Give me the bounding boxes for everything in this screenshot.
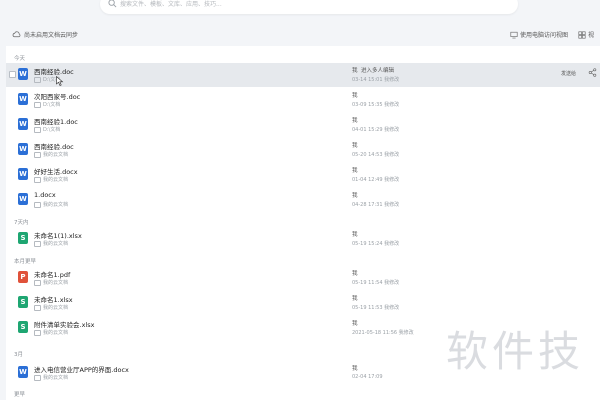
file-location: 我的云文档 bbox=[34, 279, 68, 286]
file-location: 我的云文档 bbox=[34, 201, 68, 208]
file-date: 04-28 17:31 我修改 bbox=[352, 202, 400, 208]
file-location: 我的云文档 bbox=[34, 240, 68, 247]
top-bar: 搜索文件、模板、文库、应用、技巧... bbox=[0, 0, 600, 20]
search-bar[interactable]: 搜索文件、模板、文库、应用、技巧... bbox=[100, 0, 518, 14]
file-row[interactable]: W 西南经验.doc 我的云文档 我 05-20 14:53 我修改 bbox=[6, 138, 600, 162]
word-file-icon: W bbox=[18, 93, 28, 105]
monitor-icon bbox=[510, 31, 518, 38]
file-name[interactable]: 未命名1.xlsx bbox=[34, 294, 73, 304]
grid-icon bbox=[578, 30, 586, 39]
word-file-icon: W bbox=[18, 143, 28, 155]
file-name[interactable]: 西南经验1.doc bbox=[34, 116, 78, 126]
send-to-label[interactable]: 发送给 bbox=[561, 70, 576, 77]
file-row[interactable]: S 未命名1(1).xlsx 我的云文档 我 05-19 15:24 我修改 bbox=[6, 227, 600, 251]
file-sharer: 我 bbox=[352, 143, 358, 149]
cloud-sync-status[interactable]: 尚未启用文档云同步 bbox=[12, 30, 78, 39]
mouse-cursor-icon bbox=[56, 76, 64, 86]
cloud-folder-icon bbox=[34, 279, 41, 286]
word-file-icon: W bbox=[18, 118, 28, 130]
file-name[interactable]: 未命名1(1).xlsx bbox=[34, 230, 82, 240]
file-name[interactable]: 次阳西家号.doc bbox=[34, 91, 80, 101]
file-name[interactable]: 西南经验.doc bbox=[34, 66, 74, 76]
file-date: 05-19 15:24 我修改 bbox=[352, 241, 400, 247]
file-location: 我的云文档 bbox=[34, 374, 68, 381]
excel-file-icon: S bbox=[18, 321, 28, 333]
cloud-sync-icon bbox=[12, 31, 21, 38]
search-input[interactable]: 搜索文件、模板、文库、应用、技巧... bbox=[120, 0, 222, 8]
file-row[interactable]: W 好好生活.docx 我的云文档 我 01-04 12:49 我修改 bbox=[6, 163, 600, 187]
file-date: 03-14 15:01 我修改 bbox=[352, 77, 400, 83]
file-name[interactable]: 好好生活.docx bbox=[34, 166, 78, 176]
excel-file-icon: S bbox=[18, 296, 28, 308]
file-sharer: 我 bbox=[352, 193, 358, 199]
file-name[interactable]: 西南经验.doc bbox=[34, 141, 74, 151]
file-sharer: 我 bbox=[352, 271, 358, 277]
file-location: 我的云文档 bbox=[34, 304, 68, 311]
file-sharer: 我 进入多人编辑 bbox=[352, 68, 395, 74]
file-name[interactable]: 未命名1.pdf bbox=[34, 269, 70, 279]
file-sharer: 我 bbox=[352, 118, 358, 124]
header-right-links: 使用电脑访问视图 视 bbox=[510, 30, 594, 39]
word-file-icon: W bbox=[18, 366, 28, 378]
cloud-folder-icon bbox=[34, 151, 41, 158]
cloud-sync-label: 尚未启用文档云同步 bbox=[24, 32, 79, 39]
file-name[interactable]: 1.docx bbox=[34, 191, 56, 199]
file-date: 02-04 17:09 bbox=[352, 374, 383, 380]
file-sharer: 我 bbox=[352, 321, 358, 327]
file-date: 04-01 15:29 我修改 bbox=[352, 127, 400, 133]
excel-file-icon: S bbox=[18, 232, 28, 244]
group-label-this-month: 本月更早 bbox=[14, 259, 37, 265]
folder-icon bbox=[34, 126, 41, 133]
word-file-icon: W bbox=[18, 68, 28, 80]
file-row[interactable]: W 西南经验.doc D:\文档 我 进入多人编辑 03-14 15:01 我修… bbox=[6, 63, 600, 87]
cloud-folder-icon bbox=[34, 176, 41, 183]
cloud-folder-icon bbox=[34, 374, 41, 381]
file-row[interactable]: W 1.docx 我的云文档 我 04-28 17:31 我修改 bbox=[6, 188, 600, 212]
file-sharer: 我 bbox=[352, 93, 358, 99]
share-icon[interactable] bbox=[588, 68, 597, 77]
cloud-folder-icon bbox=[34, 329, 41, 336]
row-checkbox[interactable] bbox=[9, 71, 16, 78]
group-label-7days: 7天内 bbox=[14, 220, 29, 226]
file-sharer: 我 bbox=[352, 168, 358, 174]
file-location: D:\文档 bbox=[34, 126, 60, 133]
cloud-folder-icon bbox=[34, 304, 41, 311]
view-toggle-link[interactable]: 视 bbox=[578, 30, 594, 39]
file-name[interactable]: 进入电信营业厅APP的界面.docx bbox=[34, 364, 129, 374]
file-row[interactable]: W 西南经验1.doc D:\文档 我 04-01 15:29 我修改 bbox=[6, 113, 600, 137]
file-date: 03-09 15:35 我修改 bbox=[352, 102, 400, 108]
file-sharer: 我 bbox=[352, 232, 358, 238]
cloud-folder-icon bbox=[34, 201, 41, 208]
group-label-march: 3月 bbox=[14, 352, 23, 358]
file-name[interactable]: 附件清单实验会.xlsx bbox=[34, 319, 94, 329]
file-row[interactable]: S 未命名1.xlsx 我的云文档 我 05-19 11:53 我修改 bbox=[6, 291, 600, 315]
file-location: 我的云文档 bbox=[34, 329, 68, 336]
collab-hint[interactable]: 进入多人编辑 bbox=[361, 68, 394, 74]
search-icon bbox=[108, 0, 117, 8]
cloud-folder-icon bbox=[34, 240, 41, 247]
word-file-icon: W bbox=[18, 168, 28, 180]
word-file-icon: W bbox=[18, 193, 28, 205]
file-date: 2021-05-18 11:56 我修改 bbox=[352, 330, 414, 336]
folder-icon bbox=[34, 76, 41, 83]
file-location: 我的云文档 bbox=[34, 176, 68, 183]
pdf-file-icon: P bbox=[18, 271, 28, 283]
file-date: 05-20 14:53 我修改 bbox=[352, 152, 400, 158]
folder-icon bbox=[34, 101, 41, 108]
file-date: 01-04 12:49 我修改 bbox=[352, 177, 400, 183]
file-date: 05-19 11:53 我修改 bbox=[352, 305, 400, 311]
view-on-pc-link[interactable]: 使用电脑访问视图 bbox=[510, 30, 568, 39]
group-label-today: 今天 bbox=[14, 56, 26, 62]
watermark-text: 软件技 bbox=[446, 327, 585, 376]
group-label-earlier: 更早 bbox=[14, 392, 26, 398]
file-location: D:\文档 bbox=[34, 101, 60, 108]
file-location: 我的云文档 bbox=[34, 151, 68, 158]
file-row[interactable]: P 未命名1.pdf 我的云文档 我 05-19 11:54 我修改 bbox=[6, 266, 600, 290]
file-row[interactable]: W 次阳西家号.doc D:\文档 我 03-09 15:35 我修改 bbox=[6, 88, 600, 112]
file-sharer: 我 bbox=[352, 296, 358, 302]
file-date: 05-19 11:54 我修改 bbox=[352, 280, 400, 286]
file-sharer: 我 bbox=[352, 366, 358, 372]
